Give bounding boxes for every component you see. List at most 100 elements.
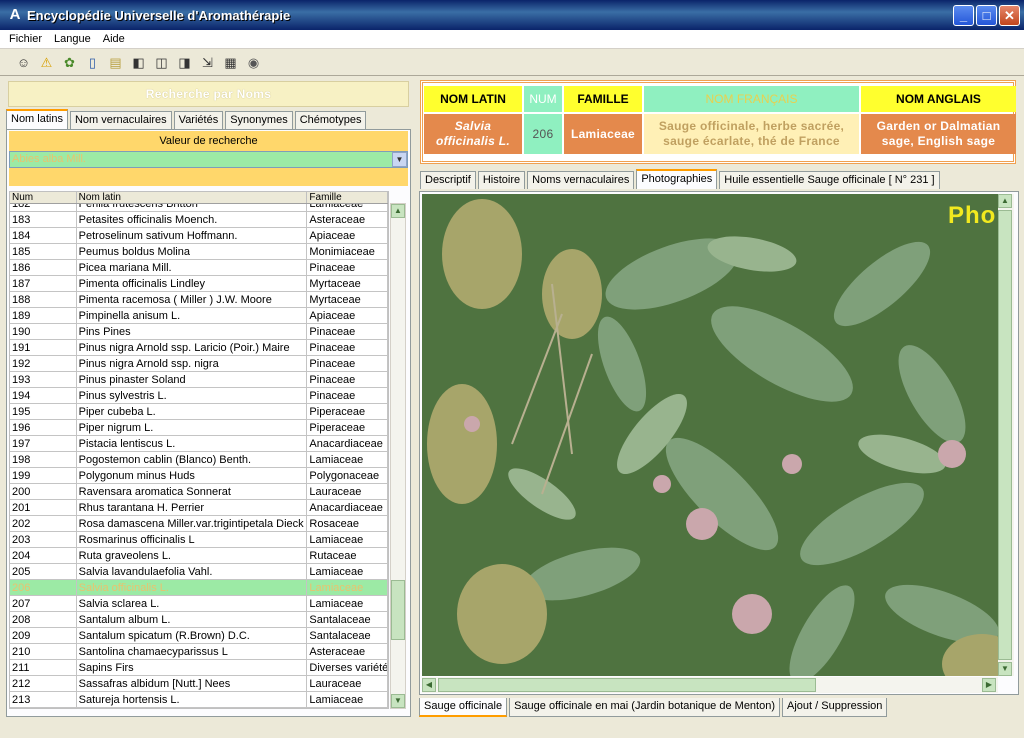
table-row[interactable]: 202 Rosa damascena Miller.var.trigintipet… xyxy=(10,516,388,532)
cell-num: 207 xyxy=(10,596,77,611)
tab-sauge-menton[interactable]: Sauge officinale en mai (Jardin botaniqu… xyxy=(509,698,781,717)
table-row[interactable]: 199 Polygonum minus Huds Polygonaceae xyxy=(10,468,388,484)
table-row[interactable]: 198 Pogostemon cablin (Blanco) Benth. Lami… xyxy=(10,452,388,468)
table-row[interactable]: 186 Picea mariana Mill. Pinaceae xyxy=(10,260,388,276)
tab-chemotypes[interactable]: Chémotypes xyxy=(294,111,367,129)
tab-ajout-suppression[interactable]: Ajout / Suppression xyxy=(782,698,888,717)
tab-photographies[interactable]: Photographies xyxy=(636,169,718,189)
cell-num: 195 xyxy=(10,404,77,419)
table-row[interactable]: 196 Piper nigrum L. Piperaceae xyxy=(10,420,388,436)
table-row[interactable]: 187 Pimenta officinalis Lindley Myrtaceae xyxy=(10,276,388,292)
photo-scroll-up-button[interactable]: ▲ xyxy=(998,194,1012,208)
table-row[interactable]: 190 Pins Pines Pinaceae xyxy=(10,324,388,340)
sage-plant-image xyxy=(422,194,998,676)
photo-scroll-down-button[interactable]: ▼ xyxy=(998,662,1012,676)
panel-left-icon[interactable]: ◧ xyxy=(129,53,148,72)
table-row[interactable]: 206 Salvia officinalis L. Lamiaceae xyxy=(10,580,388,596)
maximize-button[interactable]: □ xyxy=(976,5,997,26)
tab-sauge-officinale[interactable]: Sauge officinale xyxy=(419,698,508,717)
book-icon[interactable]: ▯ xyxy=(83,53,102,72)
scroll-down-button[interactable]: ▼ xyxy=(391,694,405,708)
tab-huile-essentielle[interactable]: Huile essentielle Sauge officinale [ N° … xyxy=(719,171,940,189)
menu-aide[interactable]: Aide xyxy=(97,33,131,45)
tab-synonymes[interactable]: Synonymes xyxy=(225,111,293,129)
table-scrollbar[interactable]: ▲ ▼ xyxy=(390,203,406,709)
table-row[interactable]: 197 Pistacia lentiscus L. Anacardiaceae xyxy=(10,436,388,452)
search-combo[interactable]: Abies alba Mill. ▼ xyxy=(9,151,408,168)
close-button[interactable]: ✕ xyxy=(999,5,1020,26)
cell-nom-latin: Picea mariana Mill. xyxy=(77,260,308,275)
table-row[interactable]: 210 Santolina chamaecyparissus L Asteracea… xyxy=(10,644,388,660)
panel-split-icon[interactable]: ◫ xyxy=(152,53,171,72)
cell-num: 201 xyxy=(10,500,77,515)
chevron-down-icon[interactable]: ▼ xyxy=(392,152,407,167)
cell-nom-latin: Ravensara aromatica Sonnerat xyxy=(77,484,308,499)
menu-langue[interactable]: Langue xyxy=(48,33,97,45)
tab-varietes[interactable]: Variétés xyxy=(173,111,224,129)
table-row[interactable]: 213 Satureja hortensis L. Lamiaceae xyxy=(10,692,388,708)
table-row[interactable]: 191 Pinus nigra Arnold ssp. Laricio (Poir… xyxy=(10,340,388,356)
photo-vscroll-thumb[interactable] xyxy=(998,210,1012,660)
tab-noms-vernaculaires[interactable]: Noms vernaculaires xyxy=(527,171,635,189)
header-famille: FAMILLE xyxy=(564,86,642,112)
table-row[interactable]: 205 Salvia lavandulaefolia Vahl. Lamiaceae xyxy=(10,564,388,580)
photo-hscroll[interactable]: ◀ ▶ xyxy=(422,677,998,693)
globe-icon[interactable]: ◉ xyxy=(244,53,263,72)
table-row[interactable]: 207 Salvia sclarea L. Lamiaceae xyxy=(10,596,388,612)
photo-scroll-left-button[interactable]: ◀ xyxy=(422,678,436,692)
notepad-icon[interactable]: ▤ xyxy=(106,53,125,72)
cell-famille: Monimiaceae xyxy=(307,244,388,259)
column-header-nom-latin[interactable]: Nom latin xyxy=(77,192,308,203)
column-header-num[interactable]: Num xyxy=(10,192,77,203)
table-row[interactable]: 209 Santalum spicatum (R.Brown) D.C. Santa… xyxy=(10,628,388,644)
wizard-icon[interactable]: ☺ xyxy=(14,53,33,72)
cell-nom-latin: Pins Pines xyxy=(77,324,308,339)
tab-nom-vernaculaires[interactable]: Nom vernaculaires xyxy=(69,111,172,129)
cell-nom-latin: Petasites officinalis Moench. xyxy=(77,212,308,227)
cell-famille: Anacardiaceae xyxy=(307,436,388,451)
cell-nom-latin: Piper cubeba L. xyxy=(77,404,308,419)
photo-hscroll-thumb[interactable] xyxy=(438,678,816,692)
table-row[interactable]: 193 Pinus pinaster Soland Pinaceae xyxy=(10,372,388,388)
table-row[interactable]: 203 Rosmarinus officinalis L Lamiaceae xyxy=(10,532,388,548)
cell-nom-latin: Pinus nigra Arnold ssp. nigra xyxy=(77,356,308,371)
cell-nom-latin: Rosa damascena Miller.var.trigintipetala… xyxy=(77,516,308,531)
cell-num: 189 xyxy=(10,308,77,323)
table-row[interactable]: 189 Pimpinella anisum L. Apiaceae xyxy=(10,308,388,324)
menu-fichier[interactable]: Fichier xyxy=(3,33,48,45)
table-row[interactable]: 211 Sapins Firs Diverses variétés xyxy=(10,660,388,676)
table-row[interactable]: 184 Petroselinum sativum Hoffmann. Apiacea… xyxy=(10,228,388,244)
scroll-thumb[interactable] xyxy=(391,580,405,640)
table-row[interactable]: 204 Ruta graveolens L. Rutaceae xyxy=(10,548,388,564)
cell-num: 191 xyxy=(10,340,77,355)
search-value-header: Valeur de recherche xyxy=(9,131,408,151)
tab-descriptif[interactable]: Descriptif xyxy=(420,171,476,189)
table-row[interactable]: 192 Pinus nigra Arnold ssp. nigra Pinaceae xyxy=(10,356,388,372)
export-icon[interactable]: ⇲ xyxy=(198,53,217,72)
cell-nom-latin: Salvia sclarea L. xyxy=(77,596,308,611)
cell-num: 192 xyxy=(10,356,77,371)
plant-icon[interactable]: ✿ xyxy=(60,53,79,72)
minimize-button[interactable]: _ xyxy=(953,5,974,26)
warning-icon[interactable]: ⚠ xyxy=(37,53,56,72)
cell-famille: Asteraceae xyxy=(307,212,388,227)
table-row[interactable]: 212 Sassafras albidum [Nutt.] Nees Laurace… xyxy=(10,676,388,692)
table-row[interactable]: 195 Piper cubeba L. Piperaceae xyxy=(10,404,388,420)
tab-nom-latins[interactable]: Nom latins xyxy=(6,109,68,129)
photo-vscroll[interactable]: ▲ ▼ xyxy=(998,194,1014,676)
column-header-famille[interactable]: Famille xyxy=(307,192,388,203)
table-row[interactable]: 185 Peumus boldus Molina Monimiaceae xyxy=(10,244,388,260)
list-icon[interactable]: ▦ xyxy=(221,53,240,72)
table-row[interactable]: 188 Pimenta racemosa ( Miller ) J.W. Moor… xyxy=(10,292,388,308)
panel-right-icon[interactable]: ◨ xyxy=(175,53,194,72)
table-row[interactable]: 208 Santalum album L. Santalaceae xyxy=(10,612,388,628)
table-row[interactable]: 201 Rhus tarantana H. Perrier Anacardiacea… xyxy=(10,500,388,516)
search-panel: Recherche par Noms Nom latins Nom vernac… xyxy=(5,78,412,718)
table-row[interactable]: 182 Perilla frutescens Britton Lamiaceae xyxy=(10,204,388,212)
table-row[interactable]: 200 Ravensara aromatica Sonnerat Lauraceae xyxy=(10,484,388,500)
photo-scroll-right-button[interactable]: ▶ xyxy=(982,678,996,692)
table-row[interactable]: 194 Pinus sylvestris L. Pinaceae xyxy=(10,388,388,404)
tab-histoire[interactable]: Histoire xyxy=(477,171,526,189)
scroll-up-button[interactable]: ▲ xyxy=(391,204,405,218)
table-row[interactable]: 183 Petasites officinalis Moench. Asterace… xyxy=(10,212,388,228)
